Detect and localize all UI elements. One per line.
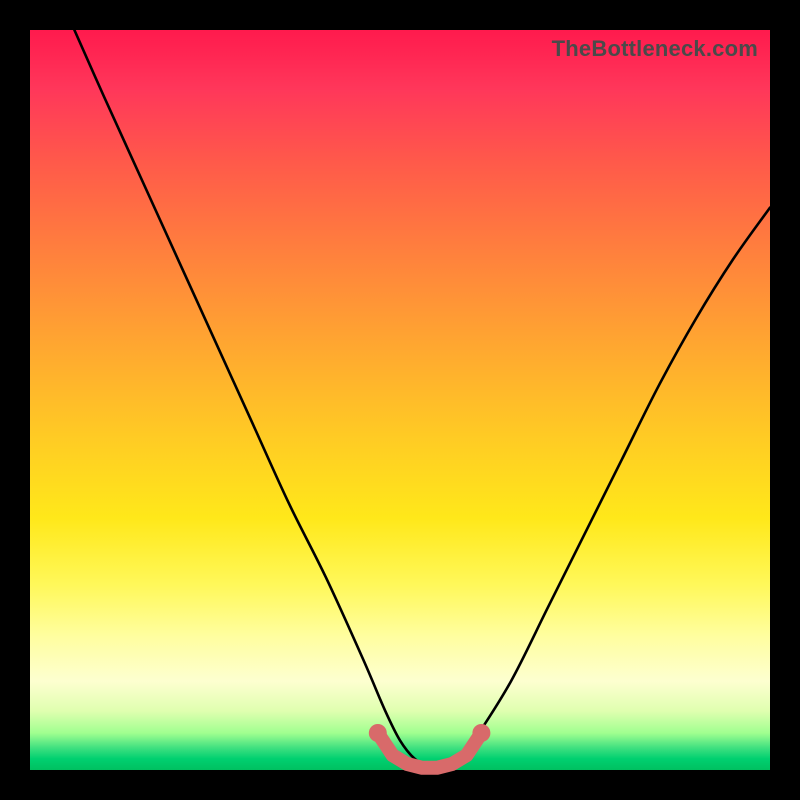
bottleneck-curve [74, 30, 770, 769]
optimal-zone-end-dot [472, 724, 490, 742]
optimal-zone-end-dot [369, 724, 387, 742]
chart-frame: TheBottleneck.com [0, 0, 800, 800]
optimal-zone-stroke [378, 733, 482, 768]
plot-area: TheBottleneck.com [30, 30, 770, 770]
optimal-zone-markers [369, 724, 491, 768]
curve-layer [30, 30, 770, 770]
